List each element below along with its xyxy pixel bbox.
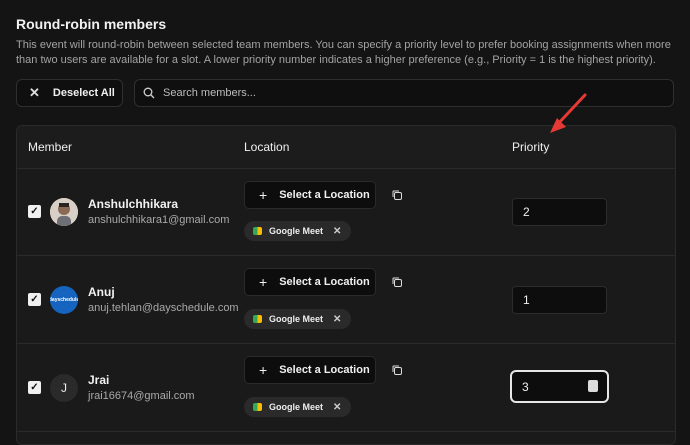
google-meet-icon [253,403,262,411]
close-icon[interactable]: ✕ [333,226,341,237]
table-row: ✓ J Jrai jrai16674@gmail.com + Select a L… [17,344,675,432]
avatar-logo-text: dayschedule [50,297,78,303]
member-name: Anshulchhikara [88,197,179,211]
avatar [50,198,78,226]
search-input[interactable] [161,86,665,100]
select-location-label: Select a Location [279,276,370,288]
table-row: ✓ dayschedule Anuj anuj.tehlan@dayschedu… [17,256,675,344]
member-checkbox[interactable]: ✓ [28,293,41,306]
plus-icon: + [259,274,268,290]
header-member: Member [28,140,73,154]
spinner-icon[interactable] [588,380,598,392]
member-email: anshulchhikara1@gmail.com [88,214,230,226]
header-location: Location [244,140,290,154]
location-chip: Google Meet ✕ [244,221,351,241]
priority-input[interactable]: 3 [510,370,609,403]
table-row: ✓ Anshulchhikara anshulchhikara1@gmail.c… [17,168,675,256]
select-location-button[interactable]: + Select a Location [244,181,376,209]
plus-icon: + [259,362,268,378]
member-name: Anuj [88,285,115,299]
member-checkbox[interactable]: ✓ [28,381,41,394]
avatar: dayschedule [50,286,78,314]
members-table: Member Location Priority ✓ Anshulchhikar… [16,125,676,445]
google-meet-icon [253,315,262,323]
location-chip: Google Meet ✕ [244,397,351,417]
avatar-initial: J [61,381,67,395]
avatar: J [50,374,78,402]
member-checkbox[interactable]: ✓ [28,205,41,218]
priority-input[interactable]: 1 [512,286,607,314]
check-icon: ✓ [30,294,39,305]
header-priority: Priority [512,140,550,154]
google-meet-icon [253,227,262,235]
member-name: Jrai [88,373,110,387]
select-location-label: Select a Location [279,364,370,376]
priority-value: 3 [522,379,529,394]
check-icon: ✓ [30,206,39,217]
member-email: jrai16674@gmail.com [88,390,195,402]
check-icon: ✓ [30,382,39,393]
section-title: Round-robin members [16,16,167,32]
copy-icon[interactable] [391,189,403,201]
search-icon [143,87,155,99]
chip-label: Google Meet [269,402,324,412]
x-icon: ✕ [29,85,40,100]
location-chip: Google Meet ✕ [244,309,351,329]
select-location-button[interactable]: + Select a Location [244,356,376,384]
chip-label: Google Meet [269,314,324,324]
select-location-label: Select a Location [279,189,370,201]
section-description: This event will round-robin between sele… [16,39,671,66]
copy-icon[interactable] [391,276,403,288]
close-icon[interactable]: ✕ [333,402,341,413]
member-search[interactable] [134,79,674,107]
priority-input[interactable]: 2 [512,198,607,226]
chip-label: Google Meet [269,226,324,236]
deselect-all-label: Deselect All [52,87,115,99]
table-header: Member Location Priority [17,126,675,169]
select-location-button[interactable]: + Select a Location [244,268,376,296]
plus-icon: + [259,187,268,203]
deselect-all-button[interactable]: ✕ Deselect All [16,79,123,107]
copy-icon[interactable] [391,364,403,376]
member-email: anuj.tehlan@dayschedule.com [88,302,239,314]
close-icon[interactable]: ✕ [333,314,341,325]
